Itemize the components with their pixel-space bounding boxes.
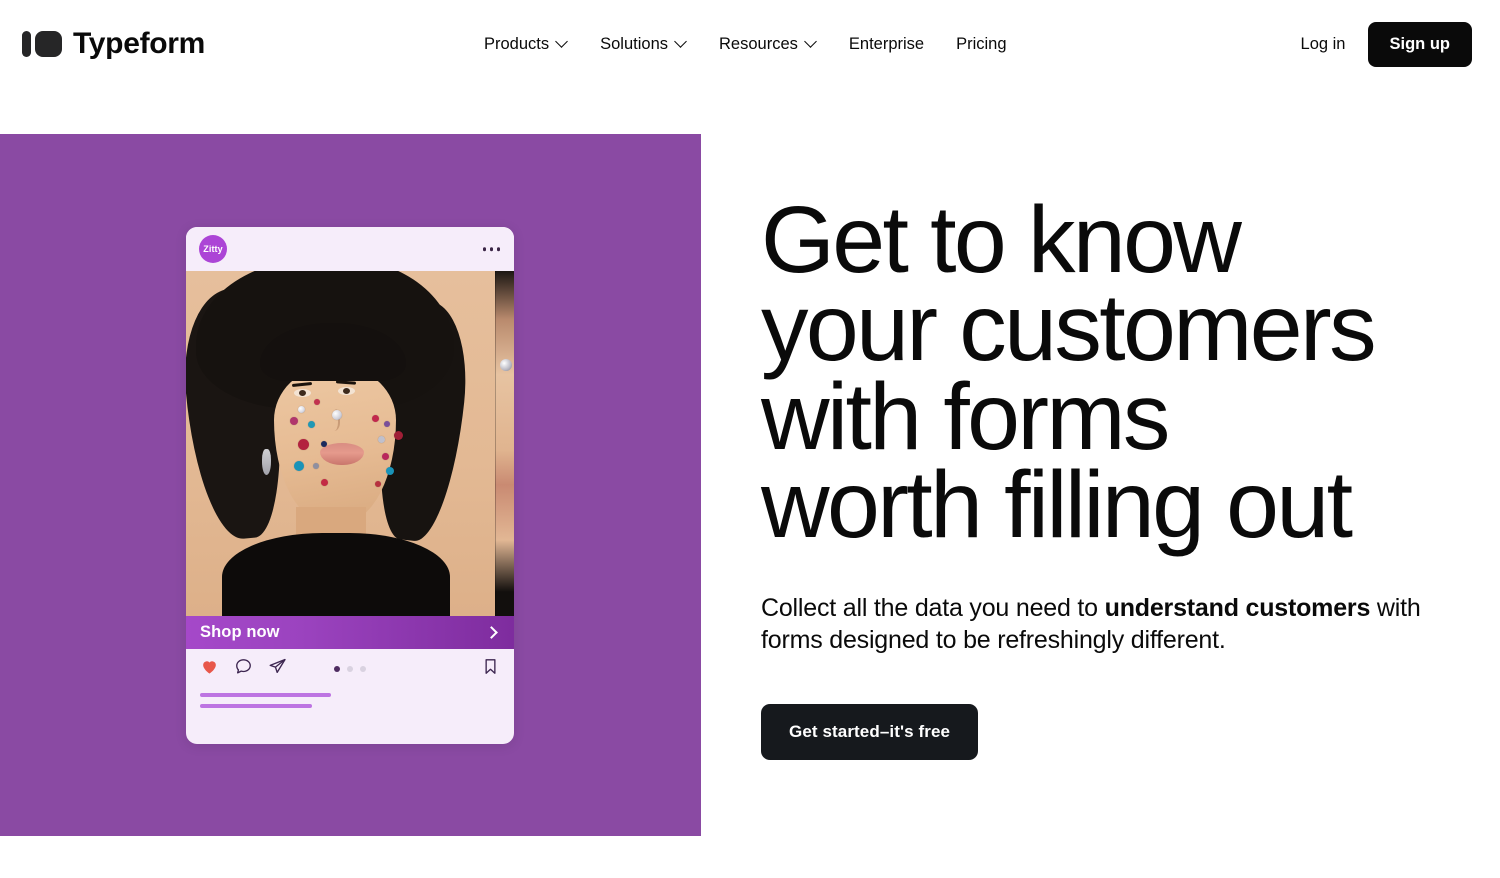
shop-now-label: Shop now (200, 623, 280, 641)
nav-item-label: Resources (719, 34, 798, 53)
brand-name: Typeform (73, 27, 206, 60)
pagination-dot-active[interactable] (334, 666, 340, 672)
pagination-dot[interactable] (360, 666, 366, 672)
nav-item-label: Pricing (956, 34, 1007, 53)
log-in-link[interactable]: Log in (1301, 35, 1346, 54)
nav-item-resources[interactable]: Resources (703, 27, 833, 62)
pagination-dot[interactable] (347, 666, 353, 672)
post-photo (186, 271, 514, 616)
nav-item-label: Products (484, 34, 550, 53)
get-started-button[interactable]: Get started–it's free (761, 703, 979, 760)
post-actions-row (186, 649, 514, 689)
chevron-right-icon (485, 625, 498, 639)
nav-item-pricing[interactable]: Pricing (940, 27, 1022, 62)
typeform-logo-icon (22, 31, 62, 57)
site-header: Typeform Products Solutions Resources En… (0, 0, 1500, 88)
avatar: Zitty (199, 235, 227, 263)
sign-up-button[interactable]: Sign up (1367, 21, 1472, 67)
chevron-down-icon (676, 37, 687, 48)
hero-section: Zitty Shop now Get to know your customer… (0, 134, 1500, 837)
hero-copy: Get to know your customers with forms wo… (761, 187, 1441, 760)
post-card-header: Zitty (186, 227, 514, 271)
nav-item-enterprise[interactable]: Enterprise (833, 27, 940, 62)
comment-icon[interactable] (234, 657, 253, 681)
heart-icon[interactable] (200, 657, 219, 681)
main-nav: Products Solutions Resources Enterprise … (468, 27, 1023, 62)
post-caption-placeholder (186, 689, 514, 708)
share-icon[interactable] (268, 657, 287, 681)
nav-item-solutions[interactable]: Solutions (584, 27, 703, 62)
nav-item-label: Solutions (600, 34, 669, 53)
bookmark-icon[interactable] (481, 657, 500, 681)
header-actions: Log in Sign up (1301, 21, 1472, 67)
hero-subtitle-emphasis: understand customers (1104, 594, 1371, 623)
hero-visual-panel: Zitty Shop now (0, 134, 701, 836)
carousel-pagination (334, 666, 366, 672)
chevron-down-icon (806, 37, 817, 48)
portrait-photo (186, 271, 495, 616)
hero-subtitle-part-1: Collect all the data you need to (761, 594, 1105, 623)
portrait-photo-next (495, 271, 514, 616)
brand-logo-link[interactable]: Typeform (22, 29, 205, 59)
page-title: Get to know your customers with forms wo… (761, 187, 1377, 559)
shop-now-bar[interactable]: Shop now (186, 616, 514, 649)
more-options-icon[interactable] (482, 247, 500, 251)
hero-subtitle: Collect all the data you need to underst… (761, 593, 1421, 657)
nav-item-products[interactable]: Products (468, 27, 584, 62)
chevron-down-icon (557, 37, 568, 48)
nav-item-label: Enterprise (848, 34, 925, 53)
social-post-card: Zitty Shop now (186, 227, 514, 744)
